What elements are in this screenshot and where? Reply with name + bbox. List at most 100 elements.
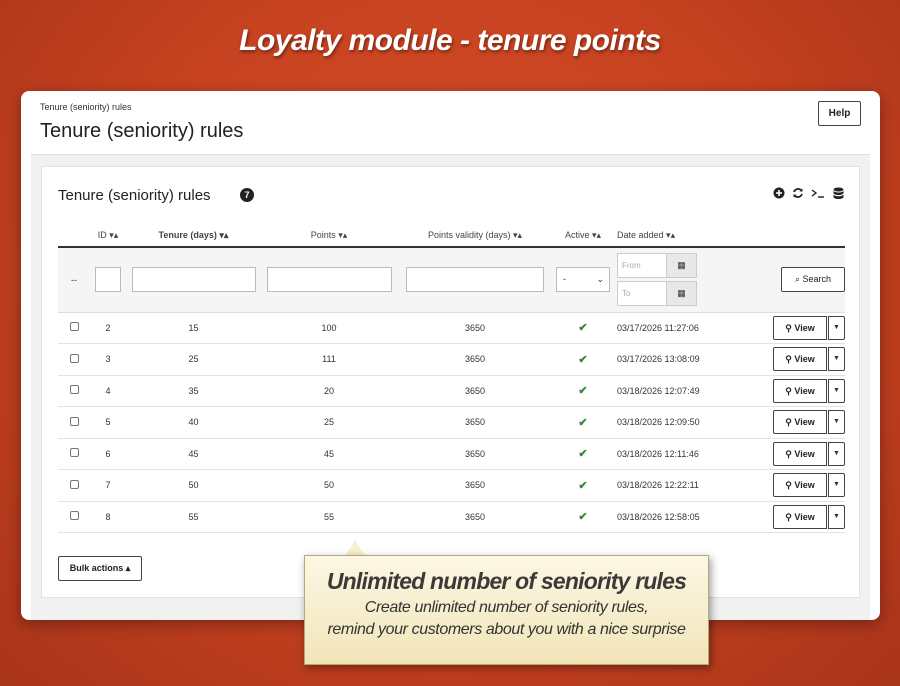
check-icon: ✔ — [578, 353, 588, 366]
caret-down-icon[interactable]: ▼ — [828, 347, 845, 372]
terminal-icon[interactable] — [811, 187, 825, 202]
caret-down-icon[interactable]: ▼ — [828, 315, 845, 340]
table-row[interactable]: 2 15 100 3650 ✔ 03/17/2026 11:27:06 ⚲ Vi… — [58, 312, 845, 344]
caret-down-icon[interactable]: ▼ — [828, 504, 845, 529]
view-button[interactable]: ⚲ View — [773, 315, 827, 340]
col-points[interactable]: Points ▾▴ — [261, 225, 397, 248]
view-button[interactable]: ⚲ View — [773, 410, 827, 435]
table-row[interactable]: 4 35 20 3650 ✔ 03/18/2026 12:07:49 ⚲ Vie… — [58, 375, 845, 407]
calendar-icon[interactable]: ▦ — [667, 281, 697, 307]
rules-table: ID ▾▴ Tenure (days) ▾▴ Points ▾▴ Points … — [58, 225, 845, 533]
col-validity[interactable]: Points validity (days) ▾▴ — [397, 225, 553, 248]
table-row[interactable]: 6 45 45 3650 ✔ 03/18/2026 12:11:46 ⚲ Vie… — [58, 438, 845, 470]
help-button[interactable]: Help — [818, 101, 861, 126]
row-tenure: 55 — [126, 501, 261, 533]
validity-filter-input[interactable] — [406, 267, 544, 293]
calendar-icon[interactable]: ▦ — [667, 253, 697, 279]
view-button[interactable]: ⚲ View — [773, 473, 827, 498]
col-active-label: Active — [564, 230, 590, 240]
col-id-label: ID — [97, 230, 107, 240]
bulk-placeholder: -- — [58, 247, 90, 313]
row-id: 7 — [90, 469, 126, 502]
database-icon[interactable] — [833, 187, 844, 203]
row-validity: 3650 — [397, 501, 553, 533]
caret-down-icon[interactable]: ▼ — [828, 378, 845, 403]
col-actions — [755, 225, 845, 248]
view-button[interactable]: ⚲ View — [773, 347, 827, 372]
caret-down-icon[interactable]: ▼ — [828, 410, 845, 435]
bulk-actions-label: Bulk actions — [69, 563, 124, 573]
app-window: Tenure (seniority) rules Tenure (seniori… — [21, 91, 880, 620]
row-date: 03/18/2026 12:09:50 — [613, 406, 755, 439]
col-active[interactable]: Active ▾▴ — [553, 225, 613, 248]
search-button[interactable]: ⌕ Search — [781, 267, 845, 293]
row-date: 03/18/2026 12:58:05 — [613, 501, 755, 533]
row-checkbox[interactable] — [69, 322, 79, 332]
id-filter-input[interactable] — [95, 267, 121, 293]
row-points: 45 — [261, 438, 397, 470]
tenure-filter-input[interactable] — [131, 267, 256, 293]
date-to-input[interactable]: To — [617, 281, 667, 307]
col-validity-label: Points validity (days) — [427, 230, 511, 240]
row-validity: 3650 — [397, 438, 553, 470]
table-row[interactable]: 3 25 111 3650 ✔ 03/17/2026 13:08:09 ⚲ Vi… — [58, 343, 845, 376]
table-row[interactable]: 7 50 50 3650 ✔ 03/18/2026 12:22:11 ⚲ Vie… — [58, 469, 845, 502]
col-id[interactable]: ID ▾▴ — [90, 225, 126, 248]
callout-line-1: Create unlimited number of seniority rul… — [364, 599, 649, 616]
row-checkbox[interactable] — [69, 416, 79, 426]
caret-down-icon[interactable]: ▼ — [828, 473, 845, 498]
row-checkbox[interactable] — [69, 479, 79, 489]
refresh-icon[interactable] — [792, 187, 804, 202]
view-button[interactable]: ⚲ View — [773, 378, 827, 403]
row-checkbox[interactable] — [69, 385, 79, 395]
col-tenure[interactable]: Tenure (days) ▾▴ — [126, 225, 261, 248]
row-id: 8 — [90, 501, 126, 533]
col-select — [58, 225, 90, 248]
view-button[interactable]: ⚲ View — [773, 504, 827, 529]
breadcrumb[interactable]: Tenure (seniority) rules — [40, 102, 132, 112]
table-row[interactable]: 5 40 25 3650 ✔ 03/18/2026 12:09:50 ⚲ Vie… — [58, 406, 845, 439]
count-badge: 7 — [240, 188, 254, 202]
view-label: View — [794, 417, 815, 428]
header-row: ID ▾▴ Tenure (days) ▾▴ Points ▾▴ Points … — [58, 225, 845, 248]
view-label: View — [794, 480, 815, 491]
date-from-group: From ▦ — [617, 253, 697, 279]
row-id: 2 — [90, 312, 126, 344]
col-date[interactable]: Date added ▾▴ — [613, 225, 755, 248]
callout-pointer — [345, 540, 365, 556]
check-icon: ✔ — [578, 448, 588, 461]
active-filter-select[interactable]: - ⌄ — [556, 267, 610, 293]
row-id: 4 — [90, 375, 126, 407]
row-points: 55 — [261, 501, 397, 533]
row-checkbox[interactable] — [69, 511, 79, 521]
check-icon: ✔ — [578, 479, 588, 492]
row-validity: 3650 — [397, 343, 553, 376]
row-points: 100 — [261, 312, 397, 344]
row-points: 50 — [261, 469, 397, 502]
row-checkbox[interactable] — [69, 353, 79, 363]
row-validity: 3650 — [397, 469, 553, 502]
rules-card: Tenure (seniority) rules 7 ID ▾▴ Tenure … — [41, 166, 860, 598]
table-row[interactable]: 8 55 55 3650 ✔ 03/18/2026 12:58:05 ⚲ Vie… — [58, 501, 845, 533]
row-points: 25 — [261, 406, 397, 439]
check-icon: ✔ — [578, 385, 588, 398]
row-checkbox[interactable] — [69, 448, 79, 458]
date-to-group: To ▦ — [617, 281, 697, 307]
promo-callout: Unlimited number of seniority rules Crea… — [304, 555, 709, 665]
check-icon: ✔ — [578, 416, 588, 429]
row-tenure: 25 — [126, 343, 261, 376]
view-label: View — [794, 322, 815, 333]
caret-down-icon[interactable]: ▼ — [828, 441, 845, 466]
row-validity: 3650 — [397, 312, 553, 344]
bulk-actions-button[interactable]: Bulk actions ▴ — [58, 556, 142, 581]
banner-title: Loyalty module - tenure points — [239, 24, 661, 57]
row-validity: 3650 — [397, 406, 553, 439]
row-tenure: 50 — [126, 469, 261, 502]
row-points: 111 — [261, 343, 397, 376]
view-button[interactable]: ⚲ View — [773, 441, 827, 466]
points-filter-input[interactable] — [266, 267, 392, 293]
row-tenure: 40 — [126, 406, 261, 439]
add-icon[interactable] — [773, 187, 785, 202]
col-tenure-label: Tenure (days) — [158, 230, 217, 240]
date-from-input[interactable]: From — [617, 253, 667, 279]
